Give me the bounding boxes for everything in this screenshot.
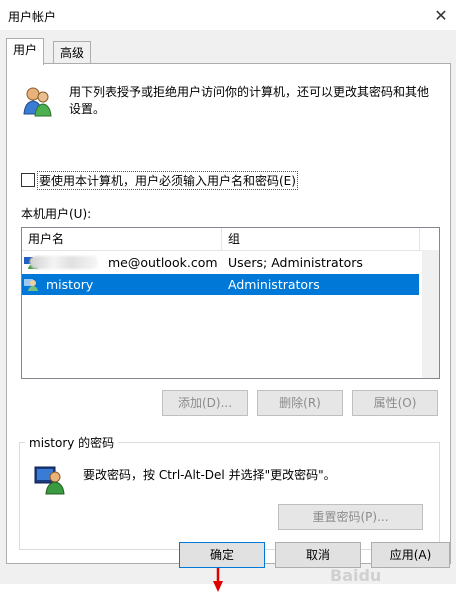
tab-users-label: 用户 [13, 43, 38, 57]
users-tab-panel: 用下列表授予或拒绝用户访问你的计算机，还可以更改其密码和其他 设置。 要使用本计… [6, 63, 451, 592]
redacted-username [30, 256, 98, 269]
password-instruction: 要改密码，按 Ctrl-Alt-Del 并选择"更改密码"。 [83, 468, 336, 482]
close-button[interactable]: ✕ [426, 0, 456, 30]
intro-text-line2: 设置。 [69, 102, 106, 116]
watermark: Baidu [330, 566, 382, 585]
remove-user-button[interactable]: 删除(R) [257, 390, 343, 416]
require-login-checkbox[interactable] [21, 173, 35, 187]
tab-advanced[interactable]: 高级 [53, 41, 92, 64]
username-cell: me@outlook.com [108, 255, 218, 270]
add-user-button[interactable]: 添加(D)... [162, 390, 248, 416]
dialog-client-area: 用户 高级 用下列表授予或拒绝用户访问你的计算机，还可以更改其密码和其他 设置。… [0, 30, 456, 592]
window-title: 用户帐户 [8, 10, 57, 24]
username-cell: mistory [46, 277, 94, 292]
group-cell: Administrators [228, 277, 320, 292]
password-groupbox [19, 442, 440, 550]
group-cell: Users; Administrators [228, 255, 363, 270]
column-header-group[interactable]: 组 [222, 228, 418, 250]
close-icon: ✕ [434, 5, 448, 25]
cancel-button[interactable]: 取消 [275, 542, 361, 568]
reset-password-button[interactable]: 重置密码(P)... [278, 504, 423, 530]
listview-scrollbar[interactable] [422, 250, 439, 378]
tab-users[interactable]: 用户 [6, 38, 45, 65]
intro-text: 用下列表授予或拒绝用户访问你的计算机，还可以更改其密码和其他 设置。 [69, 84, 441, 118]
password-user-icon [33, 461, 67, 495]
listview-header: 用户名 组 [22, 228, 439, 251]
users-icon [21, 84, 55, 118]
password-group-title: mistory 的密码 [25, 434, 119, 451]
properties-button[interactable]: 属性(O) [352, 390, 438, 416]
column-header-username[interactable]: 用户名 [22, 228, 220, 250]
column-separator[interactable] [419, 228, 420, 250]
ok-button[interactable]: 确定 [179, 542, 265, 568]
table-row-selected[interactable]: mistory Administrators [22, 274, 419, 295]
user-row-icon [24, 277, 38, 291]
users-listview[interactable]: 用户名 组 me@outlook.com Users; Administrato… [21, 227, 440, 379]
title-bar: 用户帐户 ✕ [0, 0, 456, 31]
require-login-label[interactable]: 要使用本计算机，用户必须输入用户名和密码(E) [37, 171, 298, 190]
table-row[interactable]: me@outlook.com Users; Administrators [22, 252, 419, 273]
intro-text-line1: 用下列表授予或拒绝用户访问你的计算机，还可以更改其密码和其他 [69, 85, 430, 99]
tab-advanced-label: 高级 [60, 46, 85, 60]
users-list-label: 本机用户(U): [21, 207, 92, 221]
apply-button[interactable]: 应用(A) [371, 542, 450, 568]
